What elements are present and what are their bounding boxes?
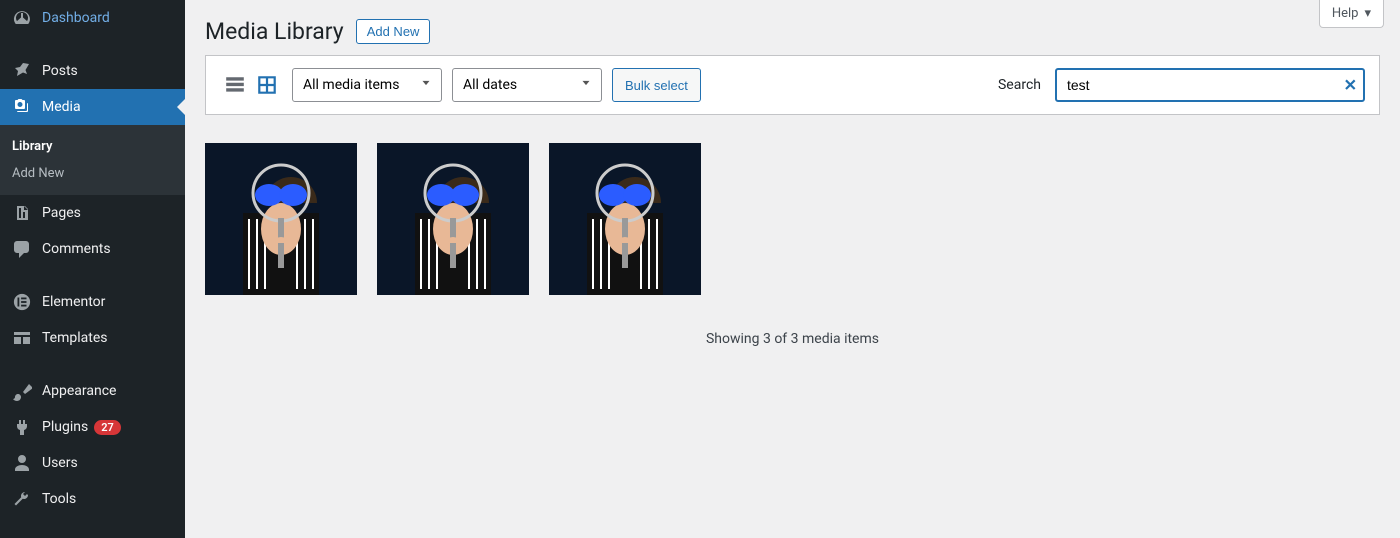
help-label: Help — [1332, 6, 1359, 21]
submenu-add-new[interactable]: Add New — [0, 160, 185, 187]
menu-tools[interactable]: Tools — [0, 481, 185, 517]
chevron-down-icon — [419, 76, 433, 94]
menu-templates[interactable]: Templates — [0, 320, 185, 356]
main-content: Help ▾ Media Library Add New All media i… — [185, 0, 1400, 538]
clear-search-icon[interactable]: ✕ — [1344, 76, 1357, 95]
media-submenu: Library Add New — [0, 125, 185, 195]
menu-label: Dashboard — [42, 10, 110, 26]
menu-label: Appearance — [42, 383, 116, 399]
search-label: Search — [998, 77, 1041, 93]
menu-media[interactable]: Media — [0, 89, 185, 125]
media-grid — [185, 115, 1400, 305]
menu-appearance[interactable]: Appearance — [0, 373, 185, 409]
pages-icon — [12, 203, 32, 223]
help-tab[interactable]: Help ▾ — [1319, 0, 1384, 28]
admin-sidebar: Dashboard Posts Media Library Add New Pa… — [0, 0, 185, 538]
menu-comments[interactable]: Comments — [0, 231, 185, 267]
search-input[interactable] — [1055, 68, 1365, 102]
elementor-icon — [12, 292, 32, 312]
bulk-select-button[interactable]: Bulk select — [612, 68, 701, 102]
menu-label: Elementor — [42, 294, 105, 310]
date-select[interactable]: All dates — [452, 68, 602, 102]
menu-users[interactable]: Users — [0, 445, 185, 481]
media-thumbnail[interactable] — [377, 143, 529, 295]
templates-icon — [12, 328, 32, 348]
grid-icon — [256, 74, 278, 96]
menu-label: Templates — [42, 330, 108, 346]
comment-icon — [12, 239, 32, 259]
brush-icon — [12, 381, 32, 401]
menu-label: Plugins — [42, 419, 88, 435]
page-header: Media Library Add New — [185, 0, 1400, 55]
media-icon — [12, 97, 32, 117]
chevron-down-icon — [579, 76, 593, 94]
menu-label: Users — [42, 455, 78, 471]
menu-label: Posts — [42, 63, 78, 79]
menu-elementor[interactable]: Elementor — [0, 284, 185, 320]
page-title: Media Library — [205, 18, 344, 45]
media-thumbnail[interactable] — [205, 143, 357, 295]
search-wrap: ✕ — [1055, 68, 1365, 102]
dashboard-icon — [12, 8, 32, 28]
menu-plugins[interactable]: Plugins 27 — [0, 409, 185, 445]
pin-icon — [12, 61, 32, 81]
menu-label: Tools — [42, 491, 76, 507]
plug-icon — [12, 417, 32, 437]
media-type-value: All media items — [303, 77, 399, 93]
results-status: Showing 3 of 3 media items — [185, 305, 1400, 373]
view-list-button[interactable] — [220, 70, 250, 100]
menu-dashboard[interactable]: Dashboard — [0, 0, 185, 36]
menu-label: Media — [42, 99, 81, 115]
media-type-select[interactable]: All media items — [292, 68, 442, 102]
view-grid-button[interactable] — [252, 70, 282, 100]
wrench-icon — [12, 489, 32, 509]
plugins-badge: 27 — [94, 420, 121, 435]
menu-label: Comments — [42, 241, 111, 257]
filter-bar: All media items All dates Bulk select Se… — [205, 55, 1380, 115]
user-icon — [12, 453, 32, 473]
submenu-library[interactable]: Library — [0, 133, 185, 160]
menu-pages[interactable]: Pages — [0, 195, 185, 231]
view-switcher — [220, 70, 282, 100]
date-value: All dates — [463, 77, 517, 93]
media-thumbnail[interactable] — [549, 143, 701, 295]
menu-posts[interactable]: Posts — [0, 53, 185, 89]
chevron-down-icon: ▾ — [1364, 6, 1371, 21]
add-new-button[interactable]: Add New — [356, 19, 431, 44]
list-icon — [224, 74, 246, 96]
menu-label: Pages — [42, 205, 81, 221]
